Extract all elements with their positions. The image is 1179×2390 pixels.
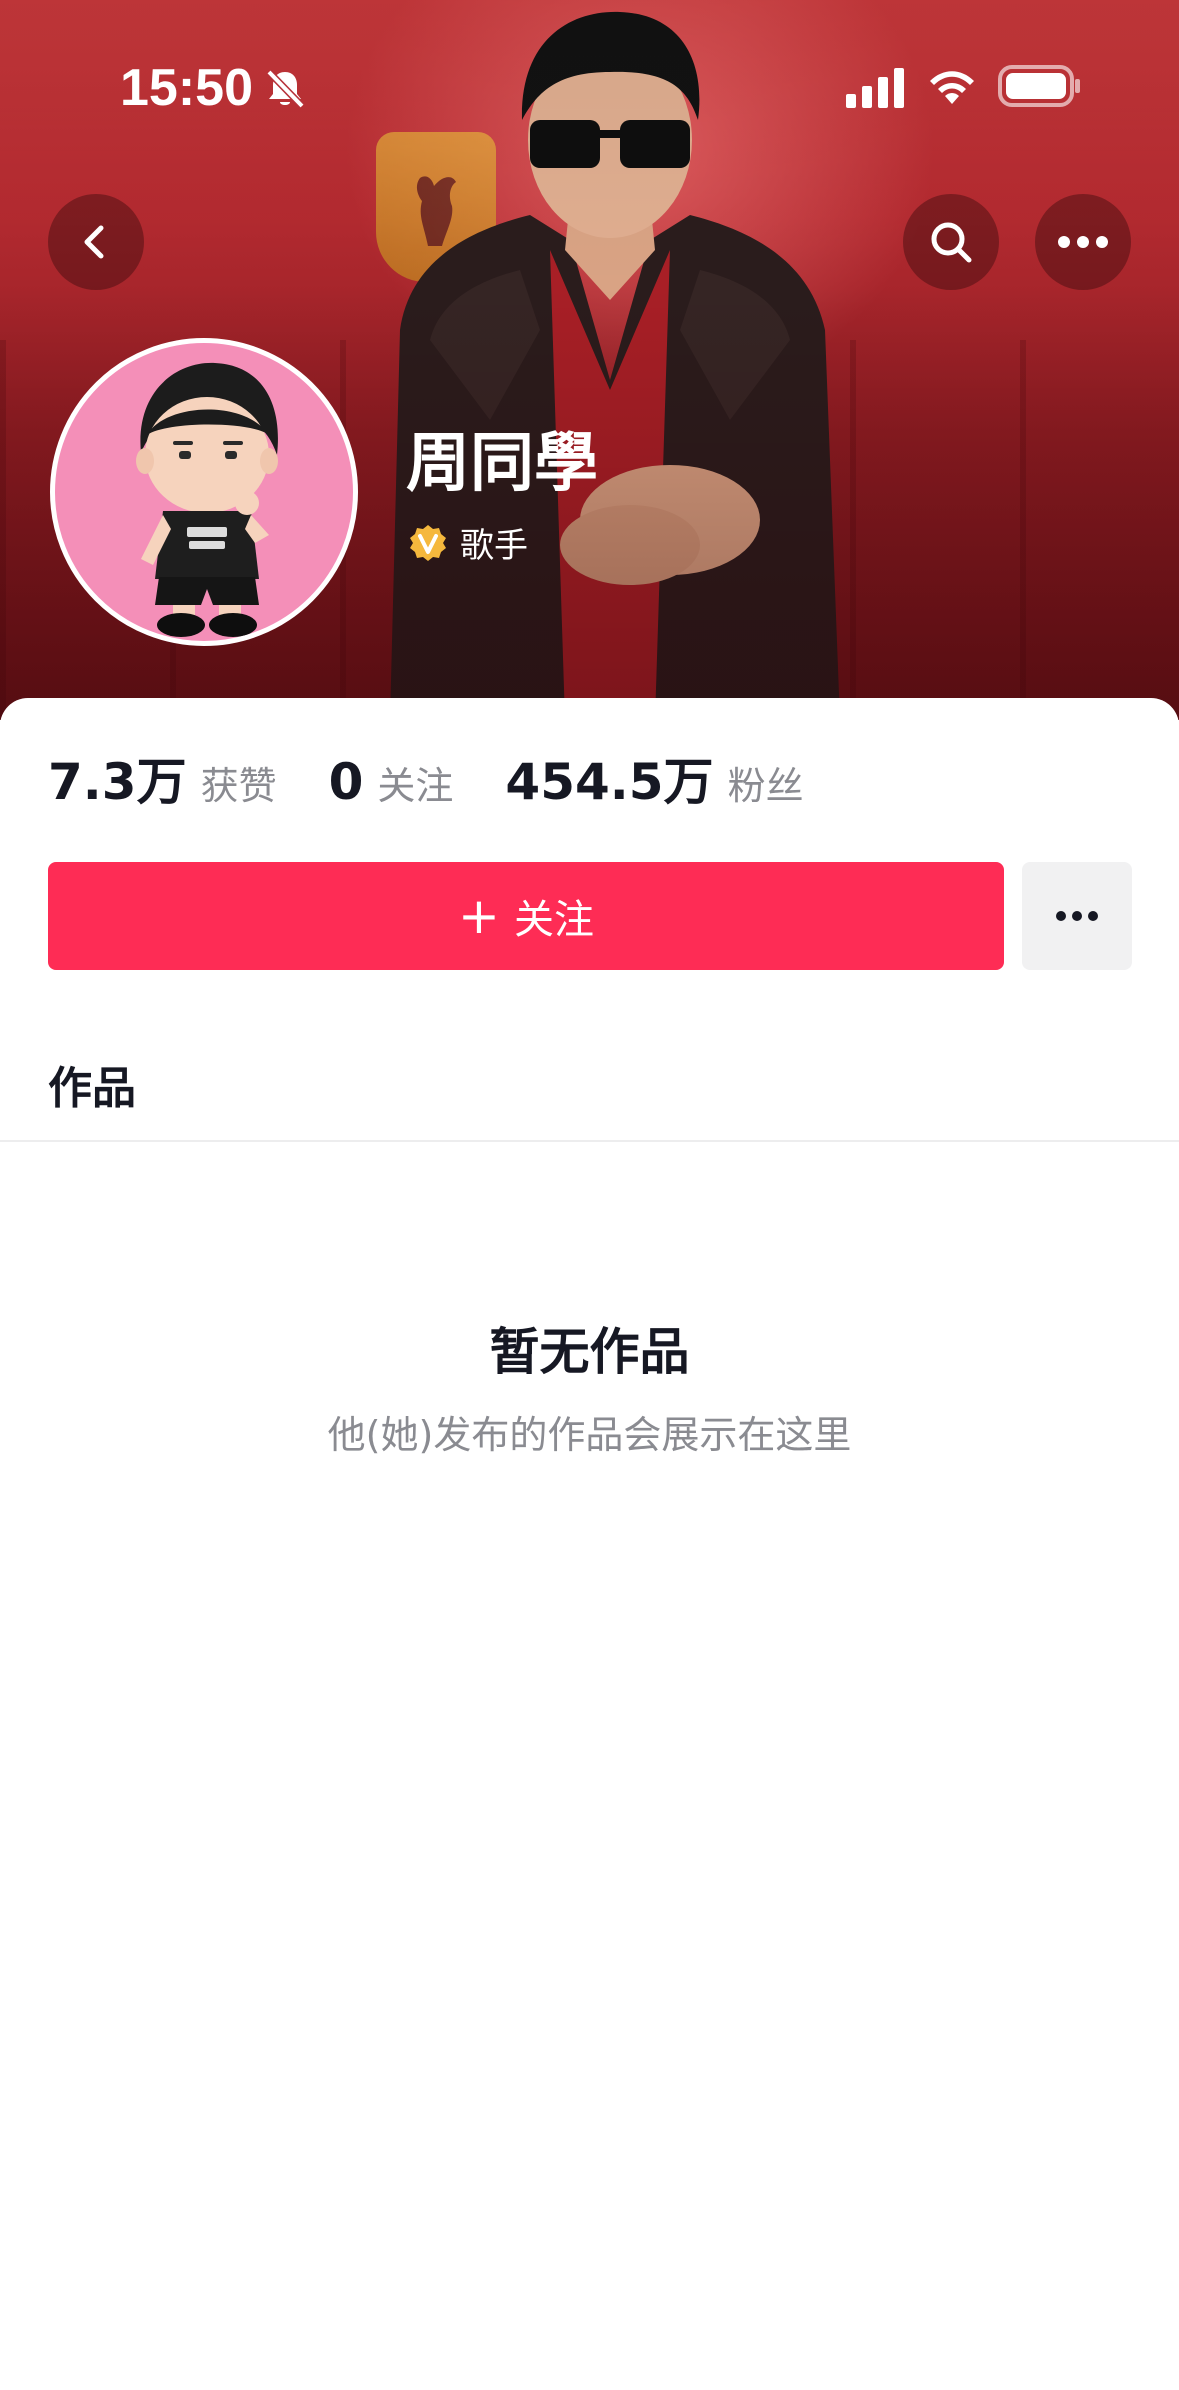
empty-state-title: 暂无作品 [489, 1323, 690, 1381]
verified-label: 歌手 [460, 526, 528, 566]
more-options-button[interactable] [1035, 194, 1131, 290]
tab-works[interactable]: 作品 [48, 1052, 136, 1116]
status-time: 15:50 [120, 59, 253, 117]
more-horizontal-icon [1056, 911, 1098, 921]
profile-more-button[interactable] [1022, 862, 1132, 970]
profile-stats: 7.3万 获赞 0 关注 454.5万 粉丝 [48, 742, 856, 812]
wifi-icon [930, 71, 974, 104]
chevron-left-icon [84, 225, 104, 259]
stat-likes-value: 7.3万 [48, 753, 187, 811]
empty-state-subtitle: 他(她)发布的作品会展示在这里 [327, 1413, 852, 1457]
stat-following-value: 0 [328, 753, 364, 811]
stat-likes-label: 获赞 [200, 764, 277, 808]
avatar[interactable] [50, 338, 358, 646]
profile-name: 周同學 [406, 427, 598, 501]
search-button[interactable] [903, 194, 999, 290]
follow-button[interactable]: + 关注 [48, 862, 1004, 970]
follow-plus-icon: + [458, 887, 500, 945]
verified-tag: 歌手 [408, 518, 528, 567]
more-horizontal-icon [1058, 236, 1108, 248]
stat-following-label: 关注 [377, 764, 454, 808]
stat-following[interactable]: 0 关注 [329, 753, 454, 811]
stat-followers-value: 454.5万 [505, 753, 714, 811]
bell-muted-icon [266, 69, 305, 109]
status-bar: 15:50 [0, 0, 1179, 170]
stat-followers[interactable]: 454.5万 粉丝 [505, 742, 803, 814]
avatar-figure [136, 362, 278, 637]
tab-divider [0, 1140, 1179, 1142]
stat-followers-label: 粉丝 [727, 764, 804, 808]
follow-button-label: 关注 [513, 897, 594, 943]
battery-icon [998, 65, 1080, 107]
search-icon [931, 222, 972, 263]
back-button[interactable] [48, 194, 144, 290]
verified-badge-icon [410, 524, 446, 561]
cellular-signal-icon [846, 68, 904, 108]
stat-likes[interactable]: 7.3万 获赞 [48, 742, 277, 814]
